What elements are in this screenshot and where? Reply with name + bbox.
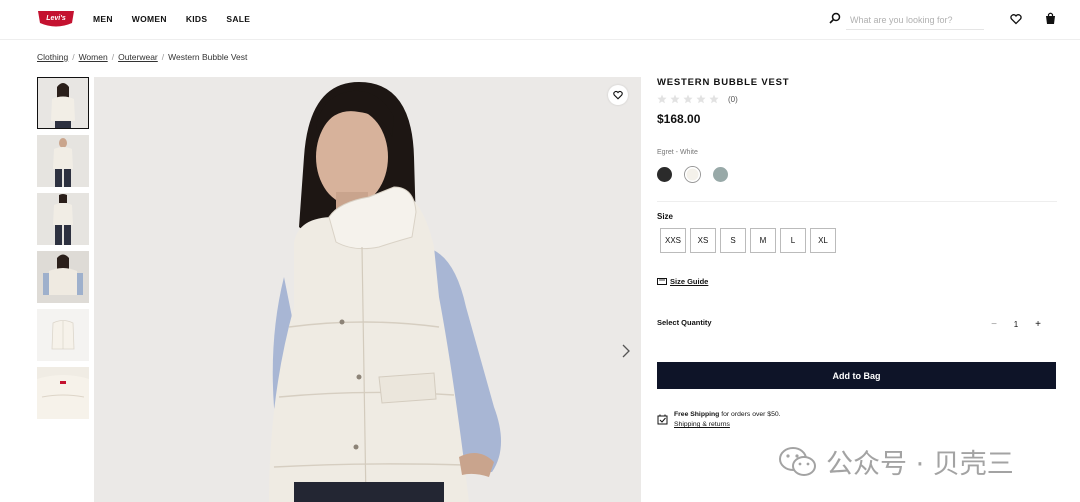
swatch-sage-gray[interactable] xyxy=(713,167,728,182)
product-title: WESTERN BUBBLE VEST xyxy=(657,77,790,88)
star-icon xyxy=(683,94,693,104)
main-nav: MEN WOMEN KIDS SALE xyxy=(93,14,250,24)
quantity-increase-button[interactable]: + xyxy=(1027,317,1049,331)
add-to-bag-button[interactable]: Add to Bag xyxy=(657,362,1056,389)
size-l[interactable]: L xyxy=(780,228,806,253)
thumbnail-list xyxy=(37,77,90,425)
wishlist-heart-icon[interactable] xyxy=(1010,13,1022,25)
ruler-icon xyxy=(657,278,667,285)
size-xs[interactable]: XS xyxy=(690,228,716,253)
levis-logo[interactable]: Levi's xyxy=(37,10,75,28)
divider xyxy=(657,201,1057,202)
size-xxs[interactable]: XXS xyxy=(660,228,686,253)
watermark: 公众号 · 贝壳三 xyxy=(778,442,1014,481)
nav-women[interactable]: WOMEN xyxy=(132,14,167,24)
size-label: Size xyxy=(657,212,674,221)
size-options: XXS XS S M L XL xyxy=(660,228,836,253)
star-icon xyxy=(709,94,719,104)
quantity-stepper: − 1 + xyxy=(983,317,1049,331)
breadcrumb-outerwear[interactable]: Outerwear xyxy=(118,52,158,62)
breadcrumb: Clothing / Women / Outerwear / Western B… xyxy=(37,52,247,62)
search-icon[interactable] xyxy=(829,12,841,24)
breadcrumb-separator: / xyxy=(72,52,75,62)
quantity-decrease-button[interactable]: − xyxy=(983,317,1005,331)
size-m[interactable]: M xyxy=(750,228,776,253)
size-guide-label: Size Guide xyxy=(670,277,709,286)
star-icon xyxy=(657,94,667,104)
shipping-info: Free Shipping for orders over $50. Shipp… xyxy=(657,410,781,430)
quantity-label: Select Quantity xyxy=(657,318,712,327)
site-header: Levi's MEN WOMEN KIDS SALE xyxy=(0,0,1080,40)
shipping-line: Free Shipping for orders over $50. xyxy=(674,410,781,420)
chevron-right-icon[interactable] xyxy=(620,343,632,359)
swatch-black[interactable] xyxy=(657,167,672,182)
size-xl[interactable]: XL xyxy=(810,228,836,253)
breadcrumb-separator: / xyxy=(111,52,115,62)
nav-men[interactable]: MEN xyxy=(93,14,113,24)
breadcrumb-separator: / xyxy=(161,52,165,62)
thumbnail-5[interactable] xyxy=(37,309,89,361)
quantity-value: 1 xyxy=(1013,319,1019,329)
product-price: $168.00 xyxy=(657,112,701,126)
breadcrumb-women[interactable]: Women xyxy=(79,52,108,62)
main-product-image[interactable] xyxy=(94,77,641,502)
shipping-box-icon xyxy=(657,414,668,425)
color-label: Egret - White xyxy=(657,149,698,156)
heart-icon xyxy=(613,90,623,100)
breadcrumb-current: Western Bubble Vest xyxy=(168,52,248,62)
watermark-text: 公众号 · 贝壳三 xyxy=(826,449,1014,480)
svg-text:Levi's: Levi's xyxy=(46,15,66,22)
image-wishlist-button[interactable] xyxy=(608,85,628,105)
search-input[interactable] xyxy=(846,10,984,30)
color-swatches xyxy=(657,167,728,182)
thumbnail-6[interactable] xyxy=(37,367,89,419)
thumbnail-4[interactable] xyxy=(37,251,89,303)
star-icon xyxy=(696,94,706,104)
shipping-returns-link[interactable]: Shipping & returns xyxy=(674,420,781,430)
size-s[interactable]: S xyxy=(720,228,746,253)
shopping-bag-icon[interactable] xyxy=(1044,12,1057,25)
thumbnail-3[interactable] xyxy=(37,193,89,245)
rating-row[interactable]: (0) xyxy=(657,94,738,104)
thumbnail-2[interactable] xyxy=(37,135,89,187)
rating-count[interactable]: (0) xyxy=(728,95,738,104)
breadcrumb-clothing[interactable]: Clothing xyxy=(37,52,68,62)
nav-sale[interactable]: SALE xyxy=(226,14,250,24)
swatch-egret-white[interactable] xyxy=(685,167,700,182)
nav-kids[interactable]: KIDS xyxy=(186,14,208,24)
size-guide-link[interactable]: Size Guide xyxy=(657,277,708,286)
star-icon xyxy=(670,94,680,104)
thumbnail-1[interactable] xyxy=(37,77,89,129)
model-photo xyxy=(94,77,641,502)
shipping-threshold: for orders over $50. xyxy=(719,411,781,418)
shipping-text: Free Shipping for orders over $50. Shipp… xyxy=(674,410,781,430)
product-details: WESTERN BUBBLE VEST (0) $168.00 Egret - … xyxy=(657,77,1057,428)
wechat-logo-icon xyxy=(779,446,816,476)
free-shipping-label: Free Shipping xyxy=(674,411,720,418)
